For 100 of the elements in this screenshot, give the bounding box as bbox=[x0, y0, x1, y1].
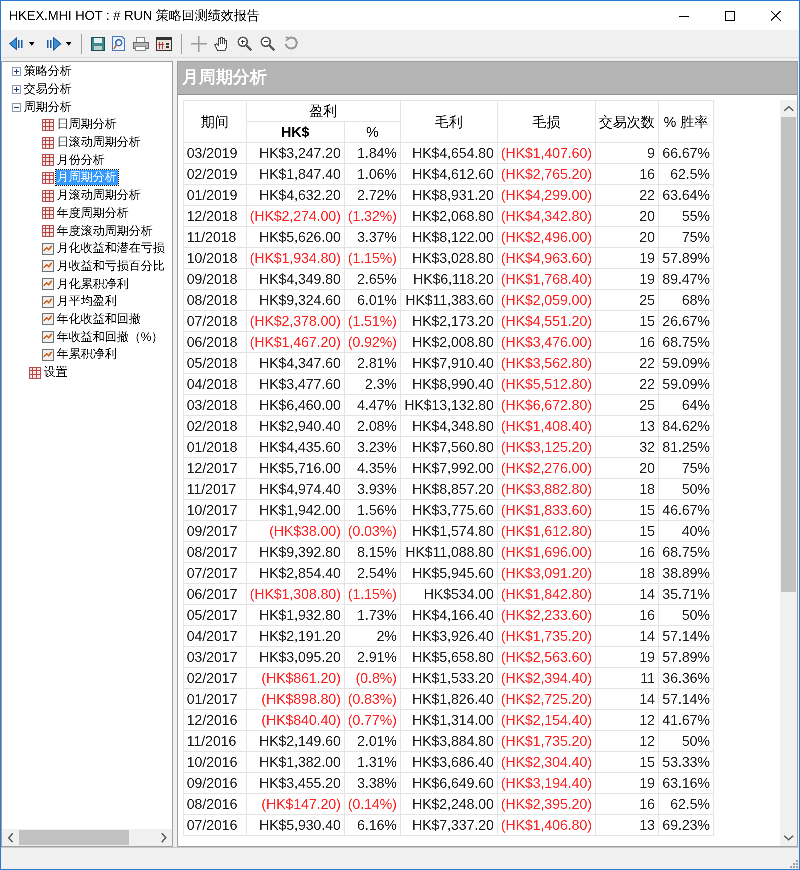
line-chart-icon bbox=[42, 260, 54, 272]
table-cell: 15 bbox=[596, 500, 659, 520]
table-cell: HK$534.00 bbox=[400, 584, 498, 604]
table-cell: 2.01% bbox=[344, 730, 401, 752]
vertical-scrollbar[interactable] bbox=[780, 100, 797, 846]
scroll-left-icon[interactable] bbox=[8, 832, 14, 842]
line-chart-icon bbox=[42, 296, 54, 308]
column-header: 毛损 bbox=[498, 100, 596, 142]
save-button[interactable] bbox=[89, 34, 107, 52]
table-cell: 68.75% bbox=[658, 542, 714, 562]
table-cell: 08/2016 bbox=[184, 794, 246, 814]
table-cell: (HK$38.00) bbox=[246, 520, 345, 542]
table-cell: 02/2019 bbox=[184, 164, 246, 184]
table-cell: (HK$4,299.00) bbox=[498, 184, 596, 206]
scroll-down-icon[interactable] bbox=[784, 834, 794, 840]
table-cell: 1.31% bbox=[344, 752, 401, 772]
collapse-icon[interactable] bbox=[12, 102, 21, 112]
table-cell: 2.72% bbox=[344, 184, 401, 206]
table-cell: 02/2018 bbox=[184, 416, 246, 436]
scrollbar-thumb[interactable] bbox=[19, 830, 129, 845]
expand-icon[interactable] bbox=[12, 67, 21, 76]
tree-item[interactable]: 年化收益和回撤 bbox=[56, 312, 142, 327]
column-header: HK$ bbox=[246, 122, 345, 142]
hand-icon bbox=[214, 36, 230, 52]
table-cell: (HK$3,476.00) bbox=[498, 332, 596, 352]
table-cell: HK$5,930.40 bbox=[246, 814, 345, 836]
tree-item[interactable]: 年度滚动周期分析 bbox=[56, 224, 154, 239]
table-cell: 01/2018 bbox=[184, 436, 246, 458]
table-cell: 03/2017 bbox=[184, 646, 246, 668]
table-cell: HK$3,455.20 bbox=[246, 772, 345, 794]
table-cell: 10/2018 bbox=[184, 248, 246, 268]
tree-item[interactable]: 月滚动周期分析 bbox=[56, 188, 142, 204]
table-cell: HK$3,028.80 bbox=[400, 248, 498, 268]
tree-item[interactable]: 月份分析 bbox=[56, 152, 106, 168]
back-button[interactable] bbox=[7, 36, 37, 50]
printer-icon bbox=[133, 36, 149, 50]
table-cell: 13 bbox=[596, 416, 659, 436]
table-cell: HK$7,992.00 bbox=[400, 458, 498, 478]
table-cell: HK$4,349.80 bbox=[246, 268, 345, 290]
resize-grip-icon[interactable] bbox=[787, 857, 799, 869]
table-cell: 1.73% bbox=[344, 604, 401, 626]
horizontal-scrollbar[interactable] bbox=[2, 829, 172, 846]
table-cell: HK$1,314.00 bbox=[400, 710, 498, 730]
tree-item[interactable]: 年累积净利 bbox=[56, 347, 118, 362]
tree-item[interactable]: 周期分析 bbox=[23, 100, 73, 115]
tree-item[interactable]: 月平均盈利 bbox=[56, 294, 118, 310]
tree-item[interactable]: 月化收益和潜在亏损 bbox=[56, 241, 166, 256]
scrollbar-thumb[interactable] bbox=[781, 117, 796, 592]
back-icon bbox=[9, 36, 25, 50]
table-cell: 11 bbox=[596, 668, 659, 688]
expand-icon[interactable] bbox=[12, 85, 21, 94]
tree-item[interactable]: 交易分析 bbox=[23, 82, 73, 98]
table-cell: 69.23% bbox=[658, 814, 714, 836]
table-cell: 02/2017 bbox=[184, 668, 246, 688]
table-cell: (HK$3,882.80) bbox=[498, 478, 596, 500]
table-cell: (HK$1,406.80) bbox=[498, 814, 596, 836]
table-cell: (HK$840.40) bbox=[246, 710, 345, 730]
table-cell: 18 bbox=[596, 562, 659, 584]
tree-item[interactable]: 年度周期分析 bbox=[56, 206, 130, 221]
table-cell: HK$2,068.80 bbox=[400, 206, 498, 226]
tree-item[interactable]: 策略分析 bbox=[23, 64, 73, 80]
tree-item[interactable]: 年收益和回撤（%） bbox=[56, 330, 165, 345]
column-header: 期间 bbox=[184, 100, 246, 142]
line-chart-icon bbox=[42, 331, 54, 344]
table-cell: 63.16% bbox=[658, 772, 714, 794]
table-cell: 2.54% bbox=[344, 562, 401, 584]
column-header: 毛利 bbox=[400, 100, 498, 142]
table-button[interactable] bbox=[154, 34, 174, 52]
table-cell: 03/2018 bbox=[184, 394, 246, 416]
table-icon bbox=[156, 36, 172, 50]
table-cell: (HK$2,394.40) bbox=[498, 668, 596, 688]
tree-item[interactable]: 月化累积净利 bbox=[56, 276, 130, 292]
table-cell: HK$1,533.20 bbox=[400, 668, 498, 688]
table-cell: 2.81% bbox=[344, 352, 401, 374]
table-cell: 07/2017 bbox=[184, 562, 246, 584]
table-cell: HK$4,612.60 bbox=[400, 164, 498, 184]
tree-item[interactable]: 日滚动周期分析 bbox=[56, 135, 142, 150]
table-cell: 40% bbox=[658, 520, 714, 542]
tree-item[interactable]: 设置 bbox=[43, 365, 69, 380]
table-cell: 18 bbox=[596, 478, 659, 500]
table-cell: 62.5% bbox=[658, 794, 714, 814]
print-button[interactable] bbox=[131, 34, 151, 52]
table-cell: 3.93% bbox=[344, 478, 401, 500]
table-cell: HK$8,931.20 bbox=[400, 184, 498, 206]
table-cell: 11/2017 bbox=[184, 478, 246, 500]
table-cell: HK$2,248.00 bbox=[400, 794, 498, 814]
preview-icon bbox=[112, 36, 126, 51]
print-preview-button[interactable] bbox=[110, 34, 128, 53]
table-cell: HK$1,574.80 bbox=[400, 520, 498, 542]
tree-item[interactable]: 日周期分析 bbox=[56, 117, 118, 132]
table-cell: 15 bbox=[596, 752, 659, 772]
table-cell: 09/2018 bbox=[184, 268, 246, 290]
table-cell: 16 bbox=[596, 164, 659, 184]
table-cell: 1.56% bbox=[344, 500, 401, 520]
table-cell: (HK$1,467.20) bbox=[246, 332, 345, 352]
scroll-up-icon[interactable] bbox=[784, 106, 794, 112]
table-cell: (1.15%) bbox=[344, 584, 401, 604]
table-cell: HK$4,435.60 bbox=[246, 436, 345, 458]
scroll-right-icon[interactable] bbox=[160, 832, 166, 842]
tree-item[interactable]: 月收益和亏损百分比 bbox=[56, 258, 166, 274]
